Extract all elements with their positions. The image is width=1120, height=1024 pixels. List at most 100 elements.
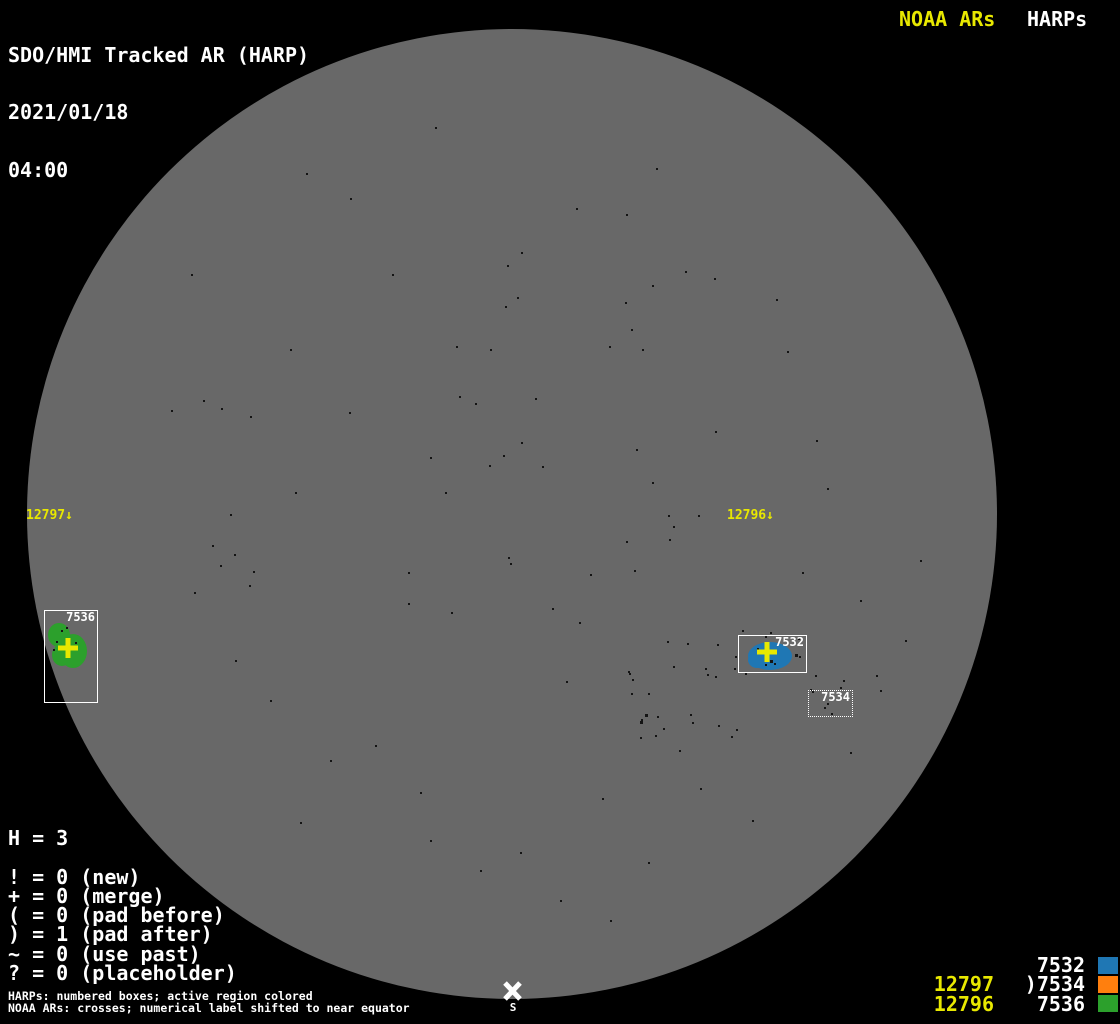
sunspot-speck: [290, 349, 292, 351]
sunspot-speck: [212, 545, 214, 547]
sunspot-speck: [230, 514, 232, 516]
harp-box-label: 7532: [775, 635, 804, 649]
sunspot-speck: [610, 920, 612, 922]
harps-header-label: HARPs: [1027, 7, 1088, 31]
sunspot-speck: [640, 737, 642, 739]
sunspot-speck: [715, 676, 717, 678]
sunspot-speck: [717, 644, 719, 646]
sunspot-speck: [576, 208, 578, 210]
sunspot-speck: [776, 299, 778, 301]
footnotes: HARPs: numbered boxes; active region col…: [8, 989, 410, 1016]
sunspot-speck: [194, 592, 196, 594]
sunspot-speck: [625, 302, 627, 304]
sunspot-speck: [634, 570, 636, 572]
sunspot-speck: [669, 539, 671, 541]
noaa-ars-header-label: NOAA ARs: [899, 7, 996, 31]
sunspot-speck: [752, 820, 754, 822]
legend-harp-number: 7536: [1036, 991, 1085, 1016]
sunspot-speck: [552, 608, 554, 610]
sunspot-speck: [736, 729, 738, 731]
sunspot-speck: [673, 526, 675, 528]
sunspot-speck: [191, 274, 193, 276]
noaa-ar-equator-label: 12796↓: [727, 508, 774, 523]
sunspot-speck: [626, 541, 628, 543]
sunspot-speck: [787, 351, 789, 353]
sunspot-speck: [430, 840, 432, 842]
sunspot-speck: [631, 693, 633, 695]
sunspot-speck: [715, 431, 717, 433]
legend-color-swatch: [1098, 995, 1118, 1013]
sunspot-speck: [673, 666, 675, 668]
sunspot-speck: [840, 687, 842, 689]
harp-box-label: 7534: [821, 690, 850, 704]
sunspot-speck: [579, 622, 581, 624]
sunspot-speck: [408, 572, 410, 574]
sunspot-speck: [827, 488, 829, 490]
sunspot-speck: [456, 346, 458, 348]
sunspot-speck: [860, 600, 862, 602]
sunspot-speck: [745, 673, 747, 675]
solar-map-viewport: SDO/HMI Tracked AR (HARP) 2021/01/18 04:…: [0, 0, 1120, 1024]
sunspot-speck: [698, 515, 700, 517]
sunspot-speck: [629, 673, 631, 675]
sunspot-speck: [270, 700, 272, 702]
sunspot-speck: [876, 675, 878, 677]
sunspot-speck: [542, 466, 544, 468]
sunspot-speck: [300, 822, 302, 824]
noaa-ar-equator-label: 12797↓: [26, 508, 73, 523]
south-pole-label: S: [509, 1001, 517, 1014]
sunspot-speck: [510, 563, 512, 565]
sunspot-speck: [640, 721, 643, 724]
sunspot-speck: [489, 465, 491, 467]
sunspot-speck: [735, 656, 737, 658]
sunspot-speck: [648, 693, 650, 695]
sunspot-speck: [505, 306, 507, 308]
sunspot-speck: [700, 788, 702, 790]
legend-color-swatch: [1098, 975, 1118, 993]
sunspot-speck: [652, 482, 654, 484]
sunspot-speck: [663, 728, 665, 730]
sunspot-speck: [815, 675, 817, 677]
legend-row: 12796 7536: [918, 991, 1118, 1016]
sunspot-speck: [295, 492, 297, 494]
sunspot-speck: [641, 719, 643, 721]
sunspot-speck: [250, 416, 252, 418]
sunspot-speck: [520, 852, 522, 854]
sunspot-speck: [648, 862, 650, 864]
time-label: 04:00: [8, 158, 69, 183]
sunspot-speck: [685, 271, 687, 273]
date-label: 2021/01/18: [8, 100, 129, 125]
sunspot-speck: [770, 632, 772, 634]
sunspot-speck: [521, 252, 523, 254]
sunspot-speck: [628, 671, 630, 673]
sunspot-speck: [350, 198, 352, 200]
sunspot-speck: [714, 278, 716, 280]
sunspot-speck: [802, 572, 804, 574]
harp-box: 7536: [44, 610, 98, 703]
sunspot-speck: [609, 346, 611, 348]
legend-noaa-number: 12796: [933, 991, 994, 1016]
sunspot-speck: [642, 349, 644, 351]
sunspot-speck: [636, 449, 638, 451]
sunspot-speck: [430, 457, 432, 459]
tracking-stats-block: H = 3 ! = 0 (new) + = 0 (merge) ( = 0 (p…: [8, 826, 237, 986]
sunspot-speck: [203, 400, 205, 402]
sunspot-speck: [602, 798, 604, 800]
legend-color-swatch: [1098, 956, 1118, 974]
sunspot-speck: [490, 349, 492, 351]
sunspot-speck: [349, 412, 351, 414]
sunspot-speck: [408, 603, 410, 605]
sunspot-speck: [249, 585, 251, 587]
sunspot-speck: [445, 492, 447, 494]
sunspot-speck: [742, 630, 744, 632]
sunspot-speck: [632, 679, 634, 681]
sunspot-speck: [220, 565, 222, 567]
sunspot-speck: [234, 554, 236, 556]
sunspot-speck: [590, 574, 592, 576]
sunspot-speck: [850, 752, 852, 754]
sunspot-speck: [679, 750, 681, 752]
sunspot-speck: [668, 515, 670, 517]
sunspot-speck: [843, 680, 845, 682]
sunspot-speck: [507, 265, 509, 267]
sunspot-speck: [687, 643, 689, 645]
